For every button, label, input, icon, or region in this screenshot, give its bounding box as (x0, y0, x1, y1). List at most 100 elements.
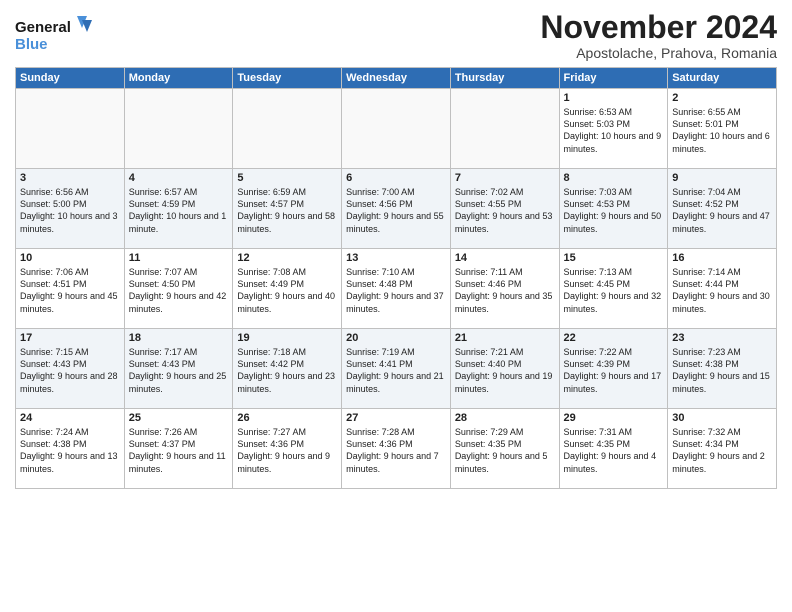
day-info: Sunrise: 7:13 AM Sunset: 4:45 PM Dayligh… (564, 266, 664, 315)
table-row: 15 Sunrise: 7:13 AM Sunset: 4:45 PM Dayli… (559, 249, 668, 329)
day-number: 3 (20, 172, 120, 184)
day-number: 22 (564, 332, 664, 344)
day-number: 2 (672, 92, 772, 104)
table-row: 1Sunrise: 6:53 AM Sunset: 5:03 PM Daylig… (559, 89, 668, 169)
month-title: November 2024 (540, 10, 777, 45)
day-number: 15 (564, 252, 664, 264)
table-row (450, 89, 559, 169)
table-row: 23Sunrise: 7:23 AM Sunset: 4:38 PM Dayli… (668, 329, 777, 409)
day-info: Sunrise: 7:00 AM Sunset: 4:56 PM Dayligh… (346, 186, 446, 235)
day-number: 8 (564, 172, 664, 184)
table-row: 6 Sunrise: 7:00 AM Sunset: 4:56 PM Daylig… (342, 169, 451, 249)
day-info: Sunrise: 6:56 AM Sunset: 5:00 PM Dayligh… (20, 186, 120, 235)
table-row: 29 Sunrise: 7:31 AM Sunset: 4:35 PM Dayli… (559, 409, 668, 489)
table-row (16, 89, 125, 169)
table-row: 20 Sunrise: 7:19 AM Sunset: 4:41 PM Dayli… (342, 329, 451, 409)
day-info: Sunrise: 7:18 AM Sunset: 4:42 PM Dayligh… (237, 346, 337, 395)
day-number: 13 (346, 252, 446, 264)
title-area: November 2024 Apostolache, Prahova, Roma… (540, 10, 777, 61)
page-container: General Blue November 2024 Apostolache, … (0, 0, 792, 499)
day-number: 24 (20, 412, 120, 424)
day-info: Sunrise: 7:27 AM Sunset: 4:36 PM Dayligh… (237, 426, 337, 475)
day-info: Sunrise: 7:10 AM Sunset: 4:48 PM Dayligh… (346, 266, 446, 315)
calendar-week-row: 10 Sunrise: 7:06 AM Sunset: 4:51 PM Dayli… (16, 249, 777, 329)
day-number: 16 (672, 252, 772, 264)
table-row: 17Sunrise: 7:15 AM Sunset: 4:43 PM Dayli… (16, 329, 125, 409)
table-row: 25 Sunrise: 7:26 AM Sunset: 4:37 PM Dayli… (124, 409, 233, 489)
day-number: 12 (237, 252, 337, 264)
table-row: 18 Sunrise: 7:17 AM Sunset: 4:43 PM Dayli… (124, 329, 233, 409)
day-number: 20 (346, 332, 446, 344)
day-info: Sunrise: 7:17 AM Sunset: 4:43 PM Dayligh… (129, 346, 229, 395)
day-info: Sunrise: 7:04 AM Sunset: 4:52 PM Dayligh… (672, 186, 772, 235)
calendar-header-row: Sunday Monday Tuesday Wednesday Thursday… (16, 68, 777, 89)
day-info: Sunrise: 7:14 AM Sunset: 4:44 PM Dayligh… (672, 266, 772, 315)
location-subtitle: Apostolache, Prahova, Romania (540, 45, 777, 61)
day-number: 10 (20, 252, 120, 264)
table-row (124, 89, 233, 169)
day-number: 25 (129, 412, 229, 424)
day-info: Sunrise: 7:07 AM Sunset: 4:50 PM Dayligh… (129, 266, 229, 315)
table-row: 5Sunrise: 6:59 AM Sunset: 4:57 PM Daylig… (233, 169, 342, 249)
day-number: 7 (455, 172, 555, 184)
header-sunday: Sunday (16, 68, 125, 89)
table-row: 2 Sunrise: 6:55 AM Sunset: 5:01 PM Daylig… (668, 89, 777, 169)
day-number: 28 (455, 412, 555, 424)
header-wednesday: Wednesday (342, 68, 451, 89)
day-info: Sunrise: 7:24 AM Sunset: 4:38 PM Dayligh… (20, 426, 120, 475)
table-row (342, 89, 451, 169)
table-row: 30 Sunrise: 7:32 AM Sunset: 4:34 PM Dayli… (668, 409, 777, 489)
day-info: Sunrise: 7:08 AM Sunset: 4:49 PM Dayligh… (237, 266, 337, 315)
day-info: Sunrise: 7:28 AM Sunset: 4:36 PM Dayligh… (346, 426, 446, 475)
day-number: 21 (455, 332, 555, 344)
day-info: Sunrise: 7:19 AM Sunset: 4:41 PM Dayligh… (346, 346, 446, 395)
table-row: 28 Sunrise: 7:29 AM Sunset: 4:35 PM Dayli… (450, 409, 559, 489)
calendar-week-row: 24 Sunrise: 7:24 AM Sunset: 4:38 PM Dayli… (16, 409, 777, 489)
day-info: Sunrise: 7:29 AM Sunset: 4:35 PM Dayligh… (455, 426, 555, 475)
calendar-week-row: 3 Sunrise: 6:56 AM Sunset: 5:00 PM Daylig… (16, 169, 777, 249)
day-number: 5 (237, 172, 337, 184)
calendar-week-row: 17Sunrise: 7:15 AM Sunset: 4:43 PM Dayli… (16, 329, 777, 409)
table-row: 16 Sunrise: 7:14 AM Sunset: 4:44 PM Dayli… (668, 249, 777, 329)
day-info: Sunrise: 7:32 AM Sunset: 4:34 PM Dayligh… (672, 426, 772, 475)
day-number: 14 (455, 252, 555, 264)
day-info: Sunrise: 7:23 AM Sunset: 4:38 PM Dayligh… (672, 346, 772, 395)
table-row: 9 Sunrise: 7:04 AM Sunset: 4:52 PM Daylig… (668, 169, 777, 249)
header: General Blue November 2024 Apostolache, … (15, 10, 777, 61)
table-row: 14 Sunrise: 7:11 AM Sunset: 4:46 PM Dayli… (450, 249, 559, 329)
header-monday: Monday (124, 68, 233, 89)
table-row: 24 Sunrise: 7:24 AM Sunset: 4:38 PM Dayli… (16, 409, 125, 489)
header-saturday: Saturday (668, 68, 777, 89)
day-info: Sunrise: 6:55 AM Sunset: 5:01 PM Dayligh… (672, 106, 772, 155)
table-row: 3 Sunrise: 6:56 AM Sunset: 5:00 PM Daylig… (16, 169, 125, 249)
table-row: 7 Sunrise: 7:02 AM Sunset: 4:55 PM Daylig… (450, 169, 559, 249)
day-number: 17 (20, 332, 120, 344)
day-number: 29 (564, 412, 664, 424)
day-number: 18 (129, 332, 229, 344)
table-row: 12 Sunrise: 7:08 AM Sunset: 4:49 PM Dayli… (233, 249, 342, 329)
table-row: 10 Sunrise: 7:06 AM Sunset: 4:51 PM Dayli… (16, 249, 125, 329)
day-info: Sunrise: 7:21 AM Sunset: 4:40 PM Dayligh… (455, 346, 555, 395)
table-row: 11Sunrise: 7:07 AM Sunset: 4:50 PM Dayli… (124, 249, 233, 329)
header-tuesday: Tuesday (233, 68, 342, 89)
day-info: Sunrise: 7:02 AM Sunset: 4:55 PM Dayligh… (455, 186, 555, 235)
day-info: Sunrise: 7:26 AM Sunset: 4:37 PM Dayligh… (129, 426, 229, 475)
day-info: Sunrise: 7:06 AM Sunset: 4:51 PM Dayligh… (20, 266, 120, 315)
table-row: 13 Sunrise: 7:10 AM Sunset: 4:48 PM Dayli… (342, 249, 451, 329)
day-info: Sunrise: 7:31 AM Sunset: 4:35 PM Dayligh… (564, 426, 664, 475)
day-number: 30 (672, 412, 772, 424)
day-info: Sunrise: 7:11 AM Sunset: 4:46 PM Dayligh… (455, 266, 555, 315)
day-number: 26 (237, 412, 337, 424)
table-row: 26 Sunrise: 7:27 AM Sunset: 4:36 PM Dayli… (233, 409, 342, 489)
day-number: 27 (346, 412, 446, 424)
day-number: 9 (672, 172, 772, 184)
table-row: 4Sunrise: 6:57 AM Sunset: 4:59 PM Daylig… (124, 169, 233, 249)
day-info: Sunrise: 6:57 AM Sunset: 4:59 PM Dayligh… (129, 186, 229, 235)
day-number: 6 (346, 172, 446, 184)
table-row: 19Sunrise: 7:18 AM Sunset: 4:42 PM Dayli… (233, 329, 342, 409)
table-row: 27 Sunrise: 7:28 AM Sunset: 4:36 PM Dayli… (342, 409, 451, 489)
logo: General Blue (15, 14, 95, 59)
header-thursday: Thursday (450, 68, 559, 89)
day-info: Sunrise: 7:03 AM Sunset: 4:53 PM Dayligh… (564, 186, 664, 235)
table-row: 21 Sunrise: 7:21 AM Sunset: 4:40 PM Dayli… (450, 329, 559, 409)
